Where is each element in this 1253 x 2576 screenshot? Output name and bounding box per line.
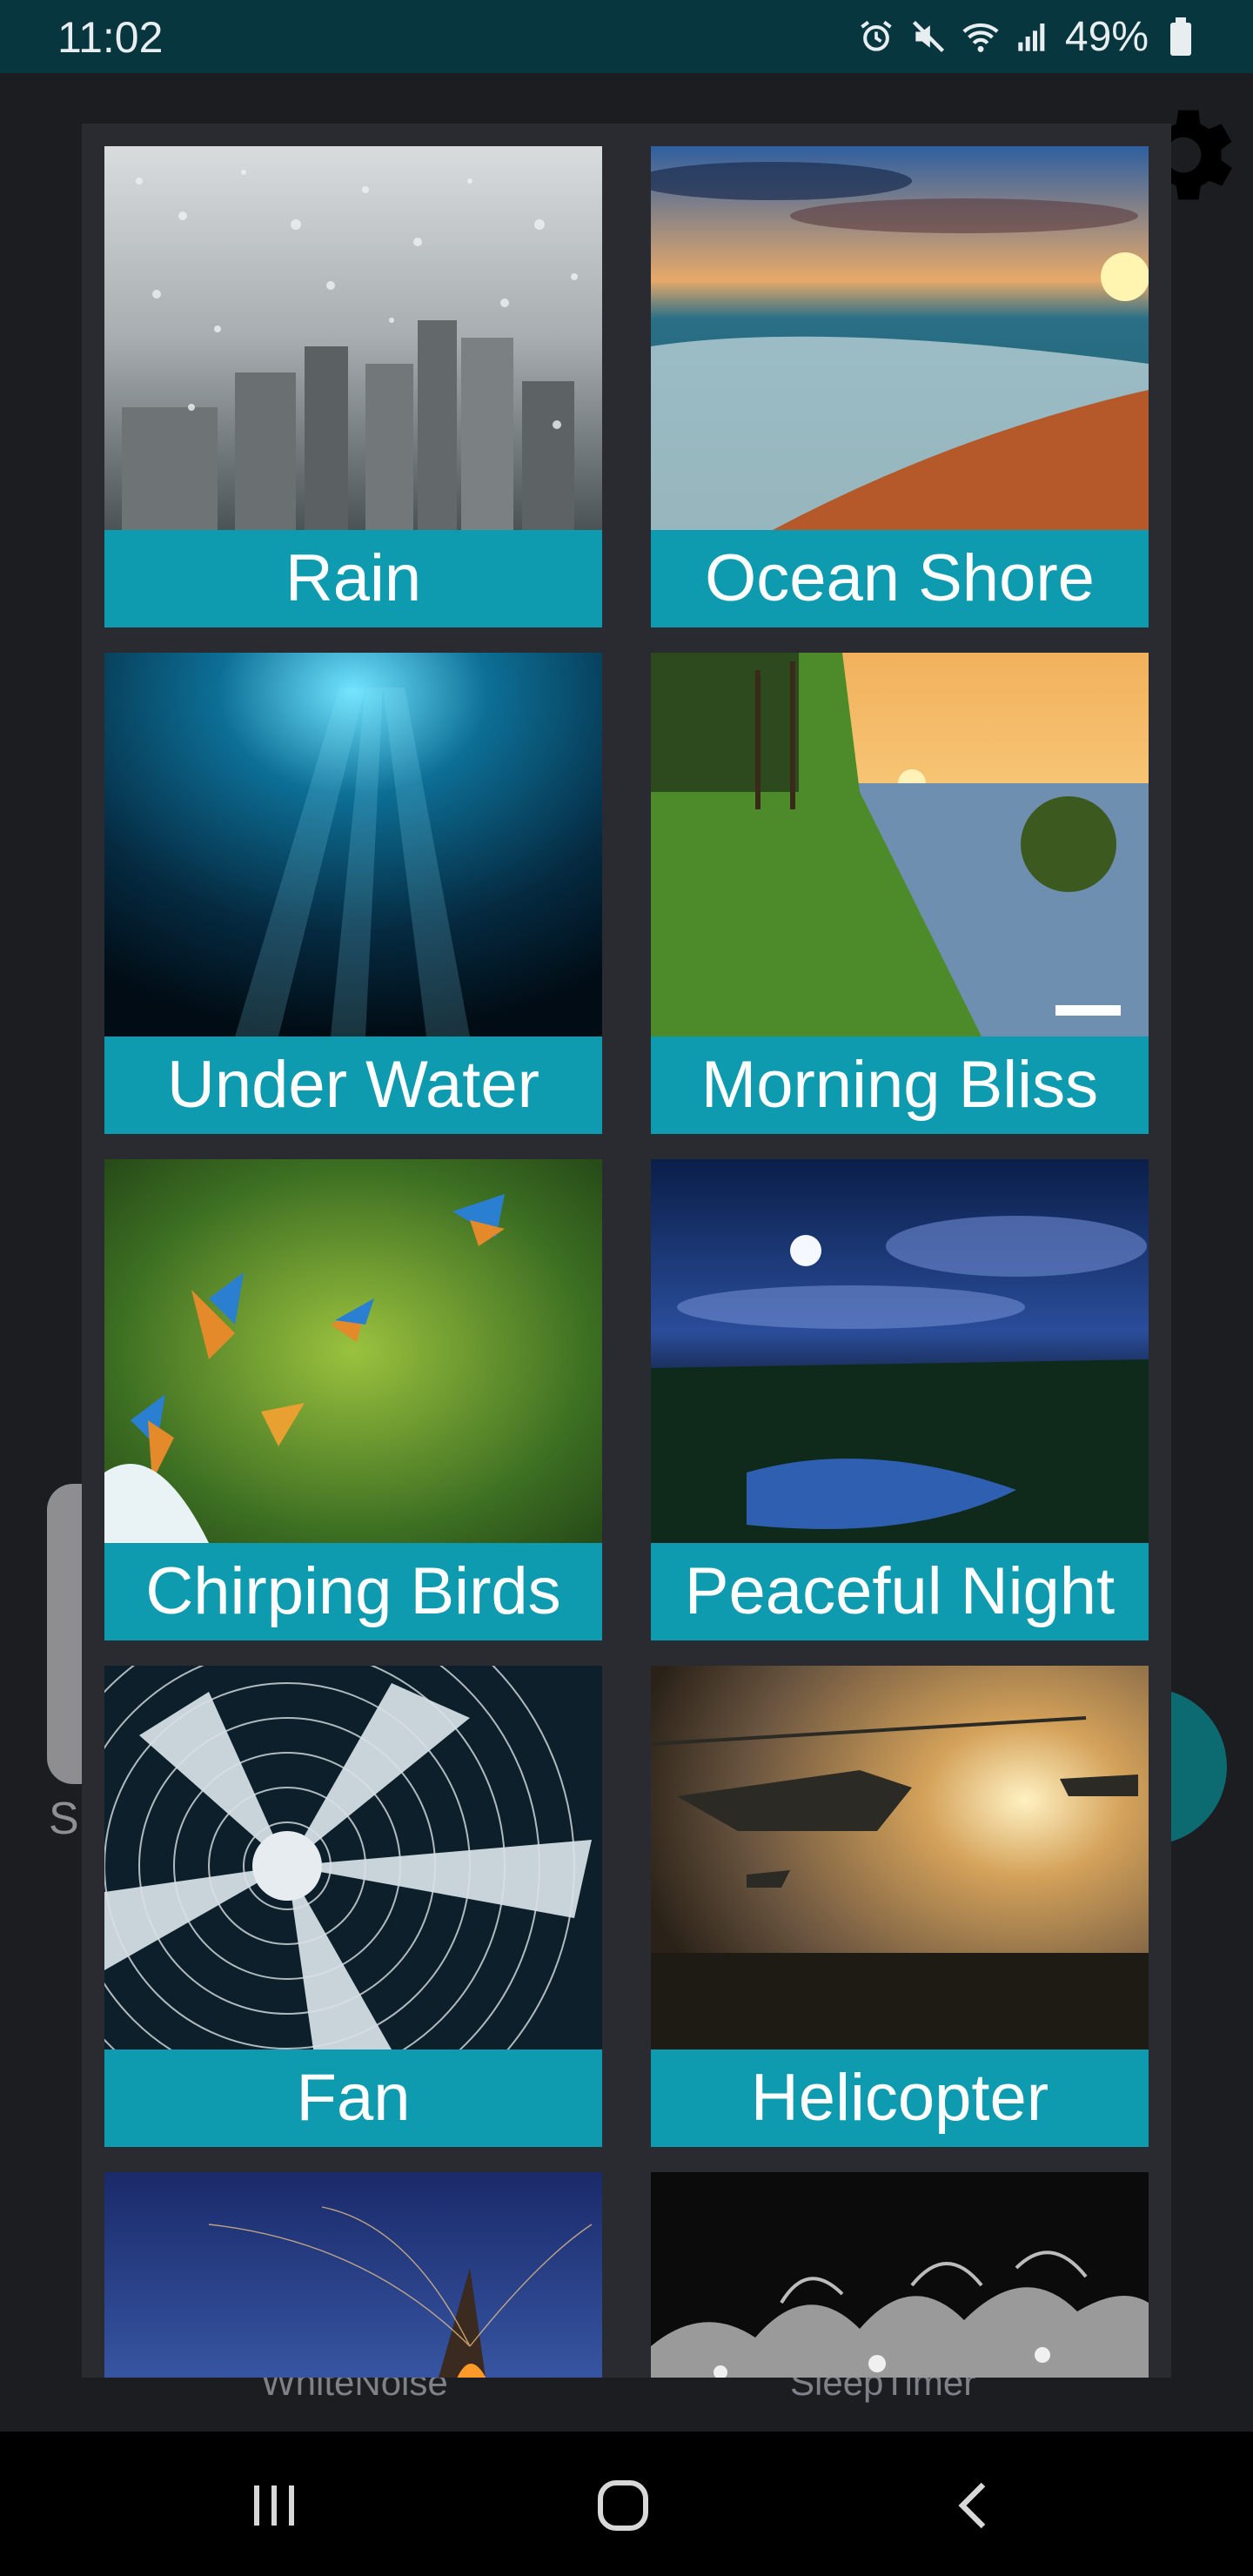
recents-icon[interactable] xyxy=(231,2466,318,2545)
rain-image xyxy=(104,146,602,530)
sound-tile-water-splash[interactable] xyxy=(651,2172,1149,2378)
sound-tile-fan[interactable]: Fan xyxy=(104,1666,602,2147)
status-bar: 11:02 49% xyxy=(0,0,1253,73)
alarm-icon xyxy=(856,17,896,57)
sound-label: Helicopter xyxy=(651,2049,1149,2147)
wifi-icon xyxy=(961,17,1001,57)
sound-tile-peaceful-night[interactable]: Peaceful Night xyxy=(651,1159,1149,1640)
peaceful-night-image xyxy=(651,1159,1149,1543)
helicopter-image xyxy=(651,1666,1149,2049)
morning-bliss-image xyxy=(651,653,1149,1036)
sound-label: Fan xyxy=(104,2049,602,2147)
navigation-bar xyxy=(0,2432,1253,2576)
sound-label: Morning Bliss xyxy=(651,1036,1149,1134)
status-icons: 49% xyxy=(856,10,1201,63)
sound-label: Chirping Birds xyxy=(104,1543,602,1640)
sound-tile-helicopter[interactable]: Helicopter xyxy=(651,1666,1149,2147)
sound-tile-rain[interactable]: Rain xyxy=(104,146,602,627)
sound-label: Under Water xyxy=(104,1036,602,1134)
chirping-birds-image xyxy=(104,1159,602,1543)
sound-tile-bonfire[interactable] xyxy=(104,2172,602,2378)
sound-picker-dialog: Rain Ocean Shore Under Water Morning Bli… xyxy=(82,124,1171,2378)
sound-tile-morning-bliss[interactable]: Morning Bliss xyxy=(651,653,1149,1134)
bonfire-image xyxy=(104,2172,602,2378)
water-splash-image xyxy=(651,2172,1149,2378)
fan-image xyxy=(104,1666,602,2049)
status-time: 11:02 xyxy=(57,13,164,62)
sound-tile-chirping-birds[interactable]: Chirping Birds xyxy=(104,1159,602,1640)
background-partial-label: S xyxy=(49,1794,79,1844)
mute-icon xyxy=(908,17,948,57)
sound-label: Ocean Shore xyxy=(651,530,1149,627)
ocean-shore-image xyxy=(651,146,1149,530)
under-water-image xyxy=(104,653,602,1036)
sound-tile-under-water[interactable]: Under Water xyxy=(104,653,602,1134)
battery-icon xyxy=(1161,17,1201,57)
home-icon[interactable] xyxy=(580,2466,667,2545)
sound-label: Peaceful Night xyxy=(651,1543,1149,1640)
sound-label: Rain xyxy=(104,530,602,627)
signal-icon xyxy=(1013,17,1053,57)
back-icon[interactable] xyxy=(929,2466,1016,2545)
sound-tile-ocean-shore[interactable]: Ocean Shore xyxy=(651,146,1149,627)
battery-percent: 49% xyxy=(1064,13,1149,60)
